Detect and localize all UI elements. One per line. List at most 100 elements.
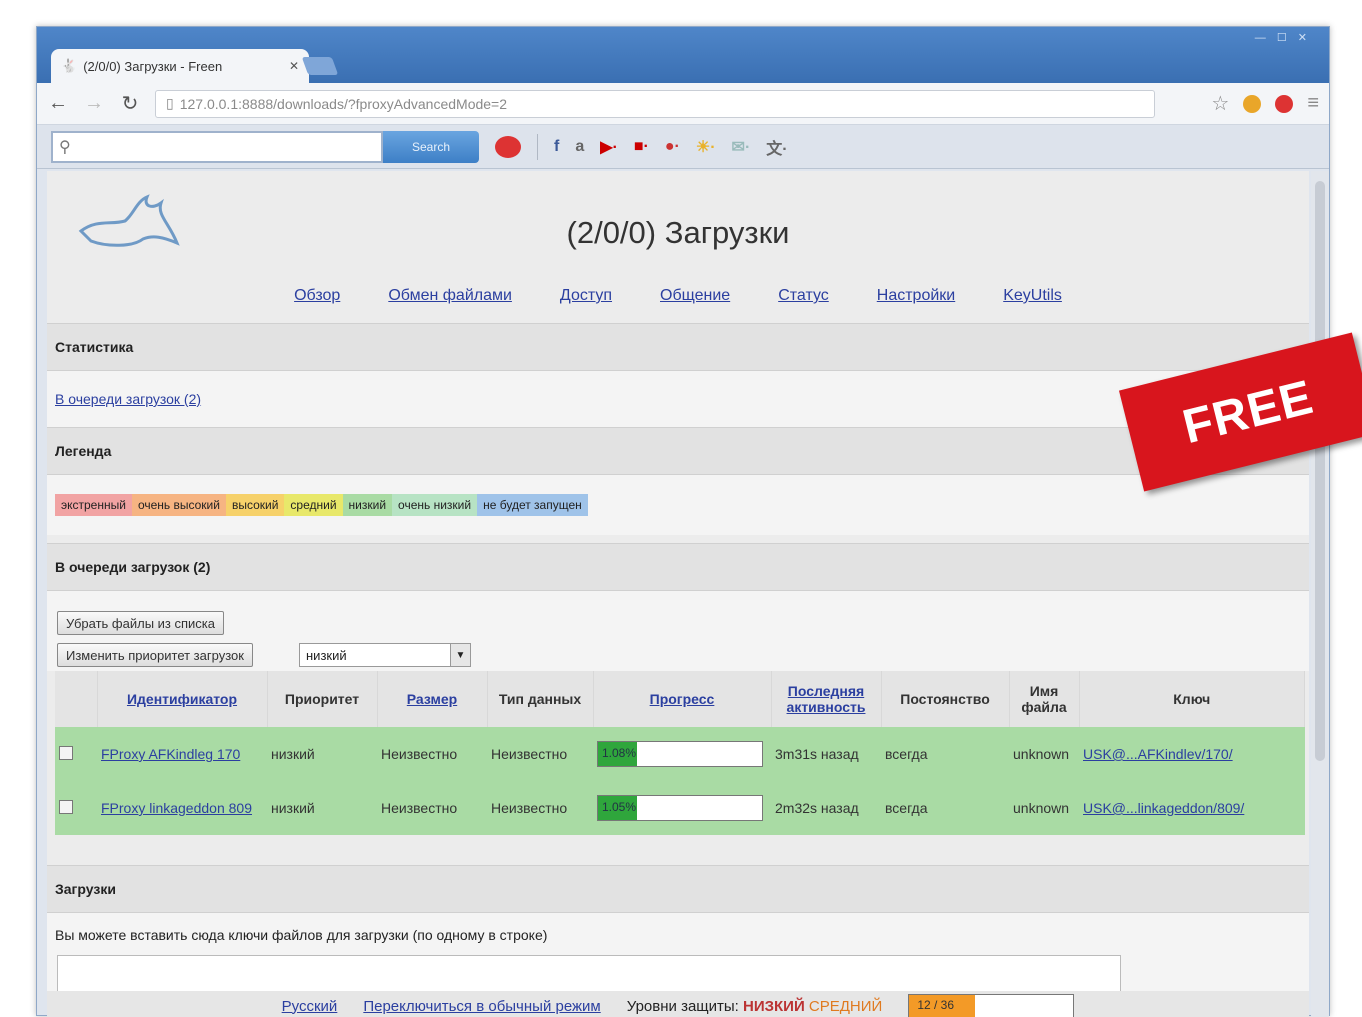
toolbar-red-icon[interactable]	[495, 135, 521, 158]
mail-icon[interactable]: ✉·	[732, 137, 751, 157]
menu-item-settings[interactable]: Настройки	[877, 287, 955, 305]
row-size: Неизвестно	[377, 727, 487, 781]
priority-select[interactable]: низкий ▼	[299, 643, 471, 667]
search-icon: ⚲	[59, 138, 71, 156]
bookmark-star-icon[interactable]: ☆	[1211, 91, 1229, 116]
col-key: Ключ	[1079, 671, 1305, 727]
menu-item-overview[interactable]: Обзор	[294, 287, 340, 305]
title-bar: — ☐ ✕ 🐇 (2/0/0) Загрузки - Freen ✕	[37, 27, 1329, 83]
row-size: Неизвестно	[377, 781, 487, 835]
downloads-hint: Вы можете вставить сюда ключи файлов для…	[55, 927, 548, 943]
row-checkbox[interactable]	[59, 745, 73, 760]
security-levels: Уровни защиты: НИЗКИЙ СРЕДНИЙ	[627, 998, 883, 1015]
col-size-label[interactable]: Размер	[407, 691, 457, 707]
peers-bar: 12 / 36	[908, 994, 1075, 1017]
priority-select-value: низкий	[306, 647, 347, 663]
toolbar-search-button[interactable]: Search	[383, 130, 479, 163]
chevron-down-icon: ▼	[450, 644, 470, 666]
amazon-icon[interactable]: a	[575, 138, 584, 156]
address-bar[interactable]: ▯ 127.0.0.1:8888/downloads/?fproxyAdvanc…	[155, 89, 1155, 118]
col-identifier-label[interactable]: Идентификатор	[127, 691, 237, 707]
legend-item: очень высокий	[131, 494, 226, 516]
extension-icon[interactable]	[1243, 94, 1262, 113]
row-id-link[interactable]: FProxy linkageddon 809	[101, 800, 252, 816]
row-checkbox-cell	[55, 727, 97, 781]
menu-item-communication[interactable]: Общение	[660, 287, 730, 305]
new-tab-button[interactable]	[301, 57, 339, 75]
forward-icon[interactable]: →	[83, 92, 105, 115]
stats-body: В очереди загрузок (2)	[47, 371, 1309, 427]
menu-item-access[interactable]: Доступ	[560, 287, 612, 305]
menu-item-filesharing[interactable]: Обмен файлами	[388, 287, 512, 305]
toolbar-search-input[interactable]: ⚲	[51, 130, 383, 163]
row-filename: unknown	[1009, 727, 1079, 781]
progress-bar: 1.05%	[597, 795, 763, 821]
queue-link[interactable]: В очереди загрузок (2)	[55, 391, 201, 407]
priority-legend: экстренный очень высокий высокий средний низ…	[55, 494, 588, 516]
security-low[interactable]: НИЗКИЙ	[743, 998, 805, 1015]
menu-item-keyutils[interactable]: KeyUtils	[1003, 287, 1062, 305]
col-priority: Приоритет	[267, 671, 378, 727]
extension-red-icon[interactable]	[1275, 94, 1294, 113]
row-priority: низкий	[267, 781, 377, 835]
stats-header: Статистика	[47, 323, 1309, 371]
page-icon: ▯	[166, 95, 174, 111]
translate-icon[interactable]: 文·	[766, 135, 787, 159]
col-type: Тип данных	[487, 671, 594, 727]
close-tab-icon[interactable]: ✕	[289, 59, 299, 73]
weather-icon[interactable]: ☀·	[696, 137, 716, 157]
language-link[interactable]: Русский	[282, 998, 338, 1015]
col-progress[interactable]: Прогресс	[593, 671, 772, 727]
footer-bar: Русский Переключиться в обычный режим Ур…	[47, 991, 1309, 1017]
main-menu: Обзор Обмен файлами Доступ Общение Стату…	[47, 287, 1309, 305]
row-progress-cell: 1.05%	[593, 781, 771, 835]
legend-body: экстренный очень высокий высокий средний низ…	[47, 475, 1309, 535]
youtube-icon[interactable]: ▶·	[600, 137, 618, 157]
menu-icon[interactable]: ≡	[1307, 92, 1319, 115]
menu-item-status[interactable]: Статус	[778, 287, 829, 305]
bookmark-icon-1[interactable]: ●·	[665, 138, 680, 156]
download-queue-table: Идентификатор Приоритет Размер Тип данны…	[55, 671, 1305, 835]
col-activity[interactable]: Последняя активность	[771, 671, 882, 727]
legend-item: экстренный	[55, 494, 132, 516]
row-filename: unknown	[1009, 781, 1079, 835]
browser-window: — ☐ ✕ 🐇 (2/0/0) Загрузки - Freen ✕ ← → ↻…	[36, 26, 1330, 1017]
progress-bar: 1.08%	[597, 741, 763, 767]
row-type: Неизвестно	[487, 781, 593, 835]
row-id-link[interactable]: FProxy AFKindleg 170	[101, 746, 240, 762]
row-checkbox-cell	[55, 781, 97, 835]
col-size[interactable]: Размер	[377, 671, 488, 727]
peers-bar-text: 12 / 36	[917, 998, 955, 1012]
remove-files-button[interactable]: Убрать файлы из списка	[57, 611, 224, 635]
col-progress-label[interactable]: Прогресс	[650, 691, 715, 707]
legend-item: высокий	[225, 494, 285, 516]
col-activity-label[interactable]: Последняя активность	[787, 683, 866, 715]
row-priority: низкий	[267, 727, 377, 781]
col-identifier[interactable]: Идентификатор	[97, 671, 268, 727]
table-row: FProxy linkageddon 809 низкий Неизвестно…	[55, 781, 1305, 835]
col-persistence: Постоянство	[881, 671, 1010, 727]
scrollbar-thumb[interactable]	[1315, 181, 1325, 761]
row-id-cell: FProxy AFKindleg 170	[97, 727, 267, 781]
tab-favicon-icon: 🐇	[61, 58, 78, 73]
security-mid[interactable]: СРЕДНИЙ	[809, 998, 882, 1015]
table-row: FProxy AFKindleg 170 низкий Неизвестно Н…	[55, 727, 1305, 781]
legend-item: низкий	[342, 494, 393, 516]
row-key-link[interactable]: USK@...AFKindlev/170/	[1083, 746, 1233, 762]
back-icon[interactable]: ←	[47, 92, 69, 115]
reload-icon[interactable]: ↻	[119, 91, 141, 116]
switch-mode-link[interactable]: Переключиться в обычный режим	[363, 998, 600, 1015]
window-controls[interactable]: — ☐ ✕	[1255, 31, 1311, 44]
row-checkbox[interactable]	[59, 799, 73, 814]
facebook-icon[interactable]: f	[554, 138, 559, 156]
col-select	[55, 671, 98, 727]
row-id-cell: FProxy linkageddon 809	[97, 781, 267, 835]
legend-item: очень низкий	[392, 494, 478, 516]
legend-item: средний	[284, 494, 343, 516]
row-key-cell: USK@...linkageddon/809/	[1079, 781, 1305, 835]
vertical-scrollbar[interactable]	[1311, 171, 1329, 1017]
cnn-icon[interactable]: ■·	[634, 138, 649, 156]
change-priority-button[interactable]: Изменить приоритет загрузок	[57, 643, 253, 667]
row-key-link[interactable]: USK@...linkageddon/809/	[1083, 800, 1244, 816]
browser-tab[interactable]: 🐇 (2/0/0) Загрузки - Freen ✕	[51, 49, 309, 83]
